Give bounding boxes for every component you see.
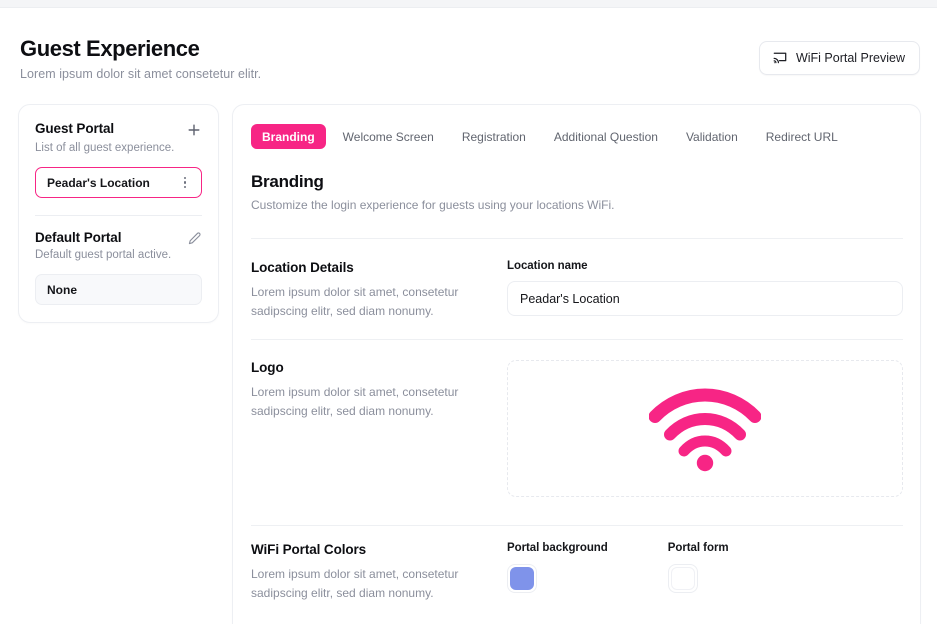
- list-item[interactable]: Peadar's Location: [35, 167, 202, 198]
- portal-form-color-fill: [670, 567, 695, 590]
- default-portal-subtitle: Default guest portal active.: [35, 249, 172, 261]
- section-location-details: Location Details Lorem ipsum dolor sit a…: [251, 260, 903, 322]
- portal-form-label: Portal form: [667, 542, 729, 554]
- panel-title: Branding: [251, 172, 324, 191]
- portal-background-label: Portal background: [507, 542, 608, 554]
- sidebar-divider: [35, 215, 202, 216]
- default-portal-title: Default Portal: [35, 230, 122, 245]
- location-details-description: Lorem ipsum dolor sit amet, consetetur s…: [251, 285, 459, 319]
- portal-background-color-fill: [510, 567, 534, 590]
- portal-form-swatch[interactable]: [667, 564, 698, 593]
- default-portal-header: Default Portal Default guest portal acti…: [35, 230, 202, 261]
- wifi-logo-icon: [648, 386, 762, 472]
- default-portal-value[interactable]: None: [35, 274, 202, 305]
- tab-registration[interactable]: Registration: [451, 124, 537, 149]
- color-swatch-group: Portal background Portal form: [507, 542, 903, 593]
- location-name-label: Location name: [507, 260, 588, 272]
- page-subtitle: Lorem ipsum dolor sit amet consetetur el…: [20, 67, 262, 81]
- location-details-title: Location Details: [251, 260, 354, 275]
- tab-redirect-url[interactable]: Redirect URL: [755, 124, 849, 149]
- top-strip: [0, 0, 937, 8]
- page-title: Guest Experience: [20, 36, 200, 61]
- logo-dropzone[interactable]: [507, 360, 903, 497]
- section-divider-2: [251, 525, 903, 526]
- section-portal-colors: WiFi Portal Colors Lorem ipsum dolor sit…: [251, 542, 903, 604]
- guest-portal-item-label: Peadar's Location: [47, 175, 150, 190]
- cast-screen-icon: [772, 50, 788, 66]
- logo-title: Logo: [251, 360, 284, 375]
- page-header: Guest Experience Lorem ipsum dolor sit a…: [0, 24, 937, 96]
- location-name-input[interactable]: [507, 281, 903, 316]
- wifi-portal-preview-label: WiFi Portal Preview: [795, 51, 905, 65]
- portal-background-swatch[interactable]: [507, 564, 537, 593]
- guest-portal-title: Guest Portal: [35, 121, 115, 136]
- section-logo: Logo Lorem ipsum dolor sit amet, consete…: [251, 360, 903, 497]
- tab-bar: Branding Welcome Screen Registration Add…: [251, 124, 849, 149]
- panel-description: Customize the login experience for guest…: [251, 198, 615, 212]
- tab-branding[interactable]: Branding: [251, 124, 326, 149]
- guest-portal-header: Guest Portal: [35, 121, 202, 138]
- portal-colors-description: Lorem ipsum dolor sit amet, consetetur s…: [251, 567, 459, 601]
- portal-form-picker: Portal form: [667, 542, 729, 593]
- plus-icon[interactable]: [186, 122, 202, 138]
- logo-description: Lorem ipsum dolor sit amet, consetetur s…: [251, 385, 459, 419]
- tab-additional-question[interactable]: Additional Question: [543, 124, 669, 149]
- guest-portal-subtitle: List of all guest experience.: [35, 142, 175, 154]
- wifi-portal-preview-button[interactable]: WiFi Portal Preview: [758, 41, 920, 75]
- section-divider-top: [251, 238, 903, 239]
- page-root: Guest Experience Lorem ipsum dolor sit a…: [0, 8, 937, 624]
- portal-colors-title: WiFi Portal Colors: [251, 542, 367, 557]
- tab-validation[interactable]: Validation: [675, 124, 749, 149]
- section-divider-1: [251, 339, 903, 340]
- tab-welcome-screen[interactable]: Welcome Screen: [332, 124, 445, 149]
- branding-panel-card: Branding Welcome Screen Registration Add…: [232, 104, 921, 624]
- pencil-icon[interactable]: [187, 231, 202, 246]
- guest-portal-card: Guest Portal List of all guest experienc…: [18, 104, 219, 323]
- more-vertical-icon[interactable]: [178, 175, 192, 191]
- portal-background-picker: Portal background: [507, 542, 608, 593]
